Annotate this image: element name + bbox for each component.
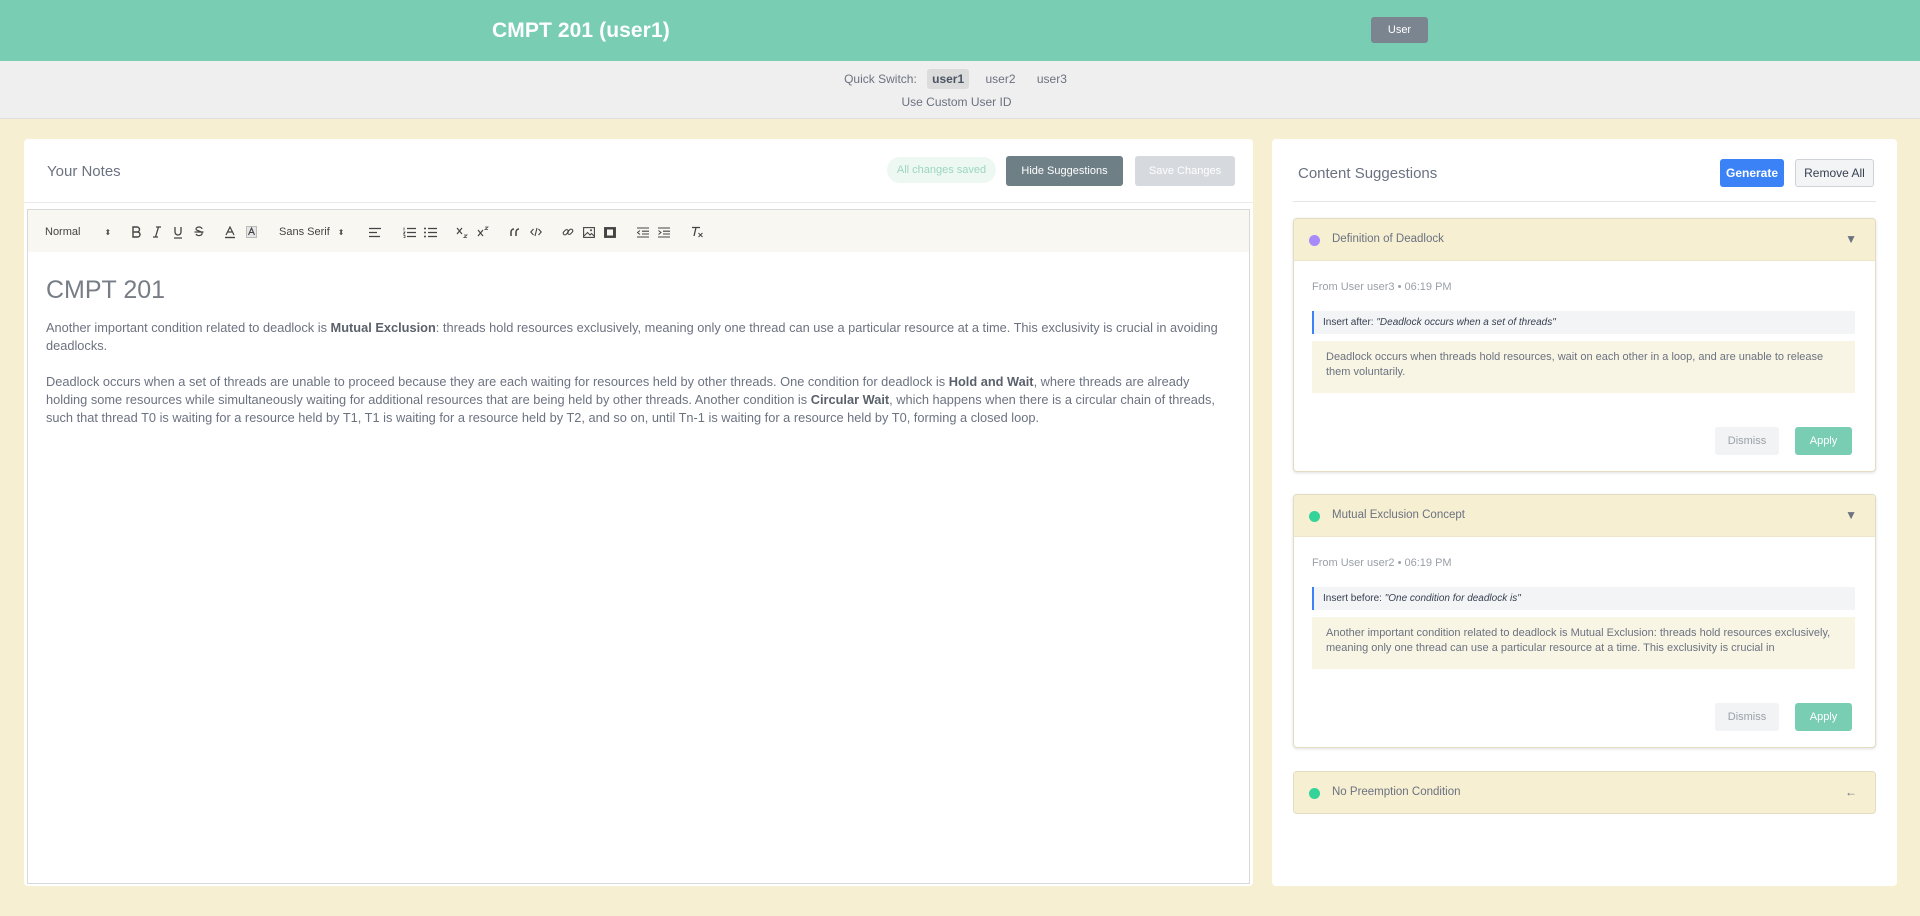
- font-color-icon[interactable]: [225, 224, 235, 240]
- editor-toolbar: Normal ⬍ Sans Serif ⬍: [27, 209, 1250, 253]
- strikethrough-icon[interactable]: [194, 224, 204, 240]
- ordered-list-icon[interactable]: [403, 224, 416, 240]
- italic-icon[interactable]: [152, 224, 162, 240]
- document-paragraph-1: Another important condition related to d…: [46, 319, 1231, 355]
- align-icon[interactable]: [369, 224, 381, 240]
- suggestion-content: Deadlock occurs when threads hold resour…: [1312, 341, 1855, 393]
- suggestion-title: Definition of Deadlock: [1332, 233, 1444, 245]
- divider: [24, 202, 1253, 203]
- blockquote-icon[interactable]: [510, 224, 521, 240]
- suggestion-card-header[interactable]: Definition of Deadlock ▼: [1294, 219, 1875, 261]
- remove-all-button[interactable]: Remove All: [1795, 159, 1874, 187]
- suggestion-title: Mutual Exclusion Concept: [1332, 509, 1465, 521]
- insert-position: Insert before: "One condition for deadlo…: [1312, 587, 1855, 610]
- collapse-toggle-icon[interactable]: ▼: [1845, 508, 1857, 522]
- select-caret-icon: ⬍: [104, 227, 112, 237]
- dismiss-button[interactable]: Dismiss: [1715, 703, 1779, 731]
- insert-anchor: "One condition for deadlock is": [1384, 593, 1521, 604]
- insert-anchor: "Deadlock occurs when a set of threads": [1376, 317, 1556, 328]
- font-select[interactable]: Sans Serif ⬍: [279, 224, 344, 240]
- header-select-value: Normal: [45, 226, 81, 238]
- generate-button[interactable]: Generate: [1720, 159, 1784, 187]
- expand-toggle-icon[interactable]: ←: [1845, 785, 1857, 799]
- indent-increase-icon[interactable]: [658, 224, 670, 240]
- apply-button[interactable]: Apply: [1795, 703, 1852, 731]
- bold-text: Circular Wait: [810, 392, 890, 407]
- insert-label: Insert before:: [1323, 593, 1382, 604]
- suggestion-card: Definition of Deadlock ▼ From User user3…: [1293, 218, 1876, 472]
- indent-decrease-icon[interactable]: [637, 224, 649, 240]
- bold-icon[interactable]: [131, 224, 141, 240]
- quick-switch-user1[interactable]: user1: [927, 69, 970, 89]
- quick-switch-bar: Quick Switch: user1 user2 user3 Use Cust…: [0, 61, 1920, 119]
- app-header: CMPT 201 (user1) User: [0, 0, 1920, 61]
- suggestion-meta: From User user2 • 06:19 PM: [1312, 557, 1452, 569]
- clear-formatting-icon[interactable]: [691, 224, 704, 240]
- custom-user-id-link[interactable]: Use Custom User ID: [0, 95, 1913, 109]
- divider: [1293, 201, 1876, 202]
- collapse-toggle-icon[interactable]: ▼: [1845, 232, 1857, 246]
- notes-title: Your Notes: [47, 163, 121, 180]
- suggestions-panel: Content Suggestions Generate Remove All …: [1272, 139, 1897, 886]
- subscript-icon[interactable]: [456, 224, 468, 240]
- header-select[interactable]: Normal ⬍: [45, 224, 111, 240]
- font-select-value: Sans Serif: [279, 226, 330, 238]
- suggestions-title: Content Suggestions: [1298, 165, 1438, 182]
- suggestion-card: Mutual Exclusion Concept ▼ From User use…: [1293, 494, 1876, 748]
- document-heading: CMPT 201: [46, 276, 166, 304]
- code-block-icon[interactable]: [530, 224, 542, 240]
- suggestion-meta: From User user3 • 06:19 PM: [1312, 281, 1452, 293]
- select-caret-icon: ⬍: [337, 227, 345, 237]
- text-run: Another important condition related to d…: [46, 320, 331, 335]
- apply-button[interactable]: Apply: [1795, 427, 1852, 455]
- video-icon[interactable]: [604, 224, 616, 240]
- suggestion-content: Another important condition related to d…: [1312, 617, 1855, 669]
- page-title: CMPT 201 (user1): [492, 19, 670, 42]
- status-dot-icon: [1309, 788, 1320, 799]
- suggestion-card-header[interactable]: No Preemption Condition ←: [1294, 772, 1875, 813]
- status-dot-icon: [1309, 235, 1320, 246]
- insert-label: Insert after:: [1323, 317, 1374, 328]
- background-color-icon[interactable]: [246, 224, 257, 240]
- save-status-badge: All changes saved: [887, 157, 996, 183]
- status-dot-icon: [1309, 511, 1320, 522]
- quick-switch-label: Quick Switch:: [844, 72, 917, 86]
- underline-icon[interactable]: [173, 224, 183, 240]
- insert-position: Insert after: "Deadlock occurs when a se…: [1312, 311, 1855, 334]
- suggestion-card: No Preemption Condition ←: [1293, 771, 1876, 814]
- save-changes-button[interactable]: Save Changes: [1135, 156, 1235, 186]
- superscript-icon[interactable]: [477, 224, 489, 240]
- link-icon[interactable]: [562, 224, 574, 240]
- dismiss-button[interactable]: Dismiss: [1715, 427, 1779, 455]
- user-button[interactable]: User: [1371, 17, 1428, 43]
- bold-text: Mutual Exclusion: [330, 320, 436, 335]
- bullet-list-icon[interactable]: [424, 224, 437, 240]
- text-run: Deadlock occurs when a set of threads ar…: [46, 374, 949, 389]
- notes-panel: Your Notes All changes saved Hide Sugges…: [24, 139, 1253, 886]
- image-icon[interactable]: [583, 224, 595, 240]
- quick-switch-user2[interactable]: user2: [981, 69, 1021, 89]
- quick-switch-user3[interactable]: user3: [1032, 69, 1072, 89]
- suggestion-card-header[interactable]: Mutual Exclusion Concept ▼: [1294, 495, 1875, 537]
- bold-text: Hold and Wait: [948, 374, 1034, 389]
- note-editor[interactable]: CMPT 201 Another important condition rel…: [27, 252, 1250, 884]
- document-paragraph-2: Deadlock occurs when a set of threads ar…: [46, 373, 1231, 427]
- hide-suggestions-button[interactable]: Hide Suggestions: [1006, 156, 1123, 186]
- suggestion-title: No Preemption Condition: [1332, 786, 1461, 798]
